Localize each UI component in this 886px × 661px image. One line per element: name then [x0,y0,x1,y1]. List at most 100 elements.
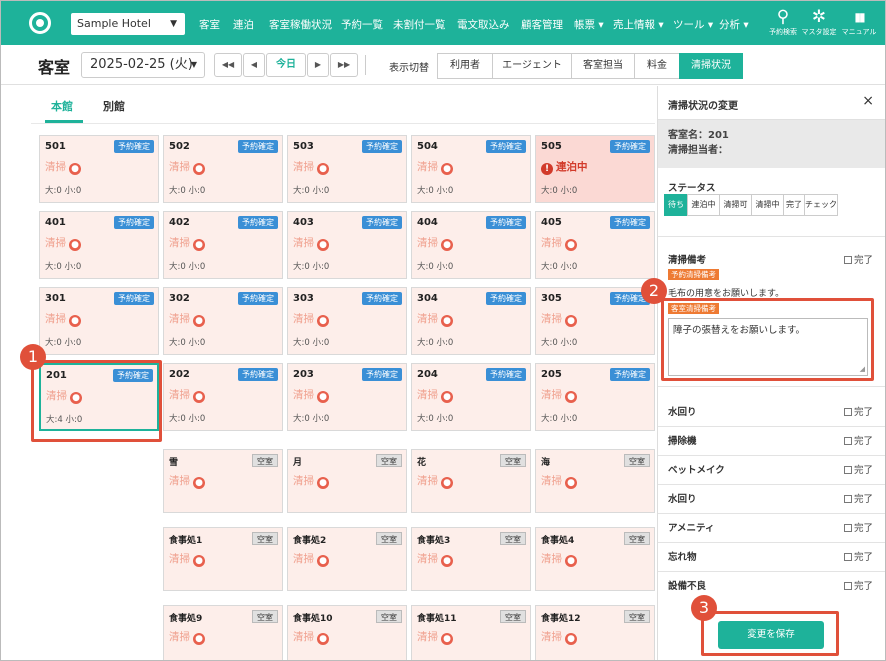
nav-item-customers[interactable]: 顧客管理 [521,17,563,32]
room-card-203[interactable]: 203 予約確定 清掃 ● 大:0 小:0 [287,363,407,431]
annotation-marker-2: 2 [641,278,667,304]
room-card-404[interactable]: 404 予約確定 清掃 ● 大:0 小:0 [411,211,531,279]
status-option-done[interactable]: 完了 [783,194,805,216]
facility-card[interactable]: 食事処3 空室 清掃 ● [411,527,531,591]
vacant-badge: 空室 [376,532,402,545]
nav-item-rooms[interactable]: 客室 [199,17,220,32]
room-status: 清掃 [417,313,438,325]
nav-item-consecutive[interactable]: 連泊 [233,17,254,32]
annotation-highlight-room-note [661,298,874,381]
app-logo-icon[interactable] [29,12,51,34]
facility-card[interactable]: 海 空室 清掃 ● [535,449,655,513]
status-option-check[interactable]: チェック [804,194,838,216]
checklist-done-checkbox[interactable]: 完了 [843,578,873,592]
nav-item-telegram-import[interactable]: 電文取込み [457,17,510,32]
checkbox-icon [843,495,852,503]
checklist-done-checkbox[interactable]: 完了 [843,433,873,447]
facility-status: 清掃 [169,475,190,487]
last-day-button[interactable]: ▶▶ [330,53,358,77]
status-option-waiting[interactable]: 待ち [664,194,688,216]
status-option-cleaning[interactable]: 清掃中 [751,194,784,216]
facility-card[interactable]: 食事処1 空室 清掃 ● [163,527,283,591]
room-status: 清掃 [45,313,66,325]
room-card-305[interactable]: 305 予約確定 清掃 ● 大:0 小:0 [535,287,655,355]
room-card-301[interactable]: 301 予約確定 清掃 ● 大:0 小:0 [39,287,159,355]
room-status: 清掃 [293,389,314,401]
room-card-504[interactable]: 504 予約確定 清掃 ● 大:0 小:0 [411,135,531,203]
prev-day-button[interactable]: ◀ [243,53,265,77]
cleaning-status: 清掃 ● [293,159,329,175]
room-card-204[interactable]: 204 予約確定 清掃 ● 大:0 小:0 [411,363,531,431]
room-number: 504 [417,141,438,152]
room-status: 清掃 [417,237,438,249]
segment-guest[interactable]: 利用者 [437,53,493,79]
search-icon: ⚲ [776,7,790,27]
next-day-button[interactable]: ▶ [307,53,329,77]
segment-cleaning-status[interactable]: 清掃状況 [679,53,743,79]
nav-item-unassigned[interactable]: 未割付一覧 [393,17,446,32]
manual-button[interactable]: ▮▮ マニュアル [839,8,879,40]
done-label: 完了 [853,552,873,563]
nav-item-reservations[interactable]: 予約一覧 [341,17,383,32]
room-card-502[interactable]: 502 予約確定 清掃 ● 大:0 小:0 [163,135,283,203]
facility-card[interactable]: 食事処11 空室 清掃 ● [411,605,531,660]
divider [658,513,885,514]
facility-name: 食事処3 [417,536,451,546]
nav-item-analysis[interactable]: 分析 ▾ [719,17,749,32]
first-day-button[interactable]: ◀◀ [214,53,242,77]
tab-main-building[interactable]: 本館 [51,98,73,114]
status-option-cleanable[interactable]: 清掃可 [719,194,752,216]
vacant-badge: 空室 [500,532,526,545]
room-card-205[interactable]: 205 予約確定 清掃 ● 大:0 小:0 [535,363,655,431]
facility-card[interactable]: 雪 空室 清掃 ● [163,449,283,513]
room-card-401[interactable]: 401 予約確定 清掃 ● 大:0 小:0 [39,211,159,279]
checklist-done-checkbox[interactable]: 完了 [843,491,873,505]
checklist-done-checkbox[interactable]: 完了 [843,520,873,534]
close-icon[interactable]: × [862,93,874,109]
room-status: 清掃 [169,389,190,401]
reservation-search-button[interactable]: ⚲ 予約検索 [763,8,803,40]
room-card-403[interactable]: 403 予約確定 清掃 ● 大:0 小:0 [287,211,407,279]
annotation-highlight-room-201 [31,360,162,442]
notes-done-checkbox[interactable]: 完了 [843,252,873,266]
room-card-304[interactable]: 304 予約確定 清掃 ● 大:0 小:0 [411,287,531,355]
reservation-badge: 予約確定 [238,368,278,381]
room-card-302[interactable]: 302 予約確定 清掃 ● 大:0 小:0 [163,287,283,355]
room-card-303[interactable]: 303 予約確定 清掃 ● 大:0 小:0 [287,287,407,355]
cleaning-status: 清掃 ● [417,235,453,251]
status-option-consecutive[interactable]: 連泊中 [687,194,720,216]
facility-card[interactable]: 花 空室 清掃 ● [411,449,531,513]
segment-rate[interactable]: 料金 [634,53,680,79]
room-card-501[interactable]: 501 予約確定 清掃 ● 大:0 小:0 [39,135,159,203]
facility-card[interactable]: 食事処4 空室 清掃 ● [535,527,655,591]
facility-card[interactable]: 食事処10 空室 清掃 ● [287,605,407,660]
date-select[interactable]: 2025-02-25 (火) ▼ [81,52,205,78]
person-icon: ● [193,315,205,327]
room-card-503[interactable]: 503 予約確定 清掃 ● 大:0 小:0 [287,135,407,203]
checklist-done-checkbox[interactable]: 完了 [843,462,873,476]
reservation-badge: 予約確定 [610,216,650,229]
facility-card[interactable]: 月 空室 清掃 ● [287,449,407,513]
hotel-select[interactable]: Sample Hotel ▼ [71,13,185,35]
facility-name: 花 [417,458,427,468]
room-card-405[interactable]: 405 予約確定 清掃 ● 大:0 小:0 [535,211,655,279]
segment-room-staff[interactable]: 客室担当 [571,53,635,79]
nav-item-reports[interactable]: 帳票 ▾ [574,17,604,32]
master-settings-button[interactable]: ✲ マスタ設定 [799,8,839,40]
facility-card[interactable]: 食事処12 空室 清掃 ● [535,605,655,660]
facility-card[interactable]: 食事処2 空室 清掃 ● [287,527,407,591]
checklist-done-checkbox[interactable]: 完了 [843,404,873,418]
reservation-badge: 予約確定 [114,140,154,153]
checklist-done-checkbox[interactable]: 完了 [843,549,873,563]
room-card-505[interactable]: 505 予約確定! 連泊中 大:0 小:0 [535,135,655,203]
nav-item-sales[interactable]: 売上情報 ▾ [613,17,664,32]
facility-card[interactable]: 食事処9 空室 清掃 ● [163,605,283,660]
occupancy-count: 大:0 小:0 [417,186,454,196]
today-button[interactable]: 今日 [266,53,306,77]
nav-item-occupancy[interactable]: 客室稼働状況 [269,17,332,32]
tab-annex[interactable]: 別館 [103,98,125,114]
nav-item-tools[interactable]: ツール ▾ [673,17,713,32]
room-card-202[interactable]: 202 予約確定 清掃 ● 大:0 小:0 [163,363,283,431]
segment-agent[interactable]: エージェント [492,53,572,79]
room-card-402[interactable]: 402 予約確定 清掃 ● 大:0 小:0 [163,211,283,279]
